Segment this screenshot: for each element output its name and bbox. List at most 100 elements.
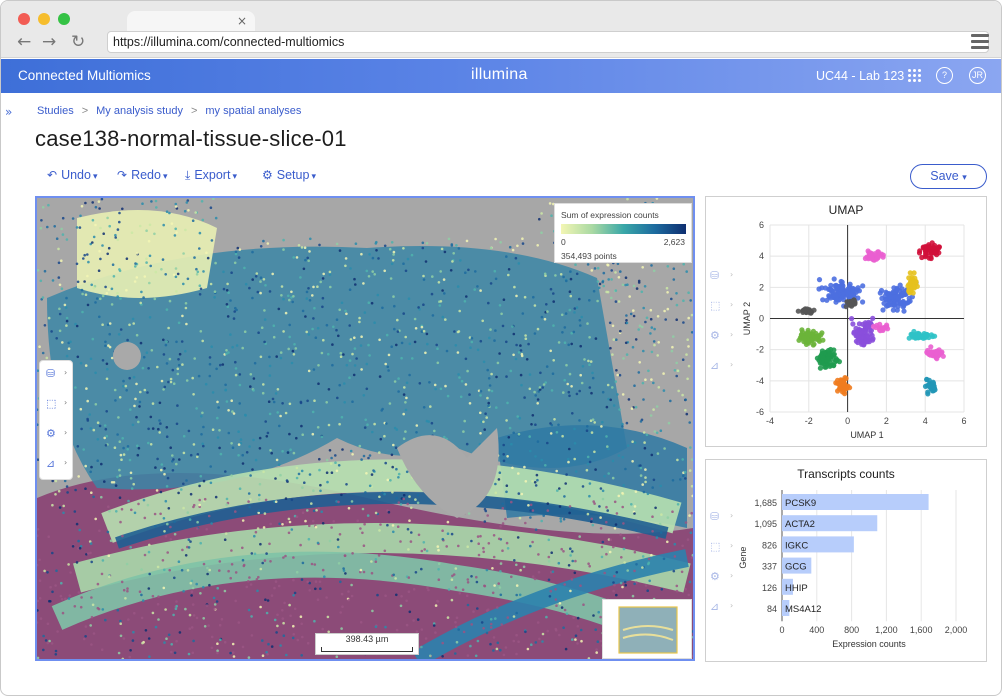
umap-point <box>812 335 818 341</box>
bar-value: 826 <box>762 540 777 550</box>
umap-point <box>924 376 930 382</box>
expand-sidebar-icon[interactable]: » <box>5 105 12 119</box>
selection-icon: ⬚ <box>46 397 57 410</box>
tab-close-icon[interactable]: × <box>237 14 247 28</box>
illumina-logo: illumina <box>471 66 528 83</box>
umap-point <box>936 244 942 250</box>
umap-point <box>927 352 933 358</box>
back-icon[interactable]: ← <box>17 34 31 51</box>
plot-tool[interactable]: ⊿ › <box>46 457 72 475</box>
umap-point <box>827 286 834 292</box>
user-avatar[interactable]: JR <box>969 67 986 84</box>
spatial-viewer[interactable]: Sum of expression counts 0 2,623 354,493… <box>35 196 695 661</box>
selection-tool[interactable]: ⬚ › <box>46 397 72 415</box>
umap-point <box>836 359 842 365</box>
umap-point <box>933 249 939 255</box>
bar-label: IGKC <box>785 540 808 551</box>
data-tool[interactable]: ⛁ › <box>46 367 72 385</box>
umap-point <box>796 337 802 343</box>
close-window-button[interactable] <box>18 13 30 25</box>
bar-label: GCG <box>785 562 807 573</box>
chevron-right-icon: › <box>64 458 68 467</box>
breadcrumb-analysis-study[interactable]: My analysis study <box>96 105 183 117</box>
browser-menu-icon[interactable] <box>971 34 989 50</box>
chevron-down-icon: ▾ <box>962 173 967 183</box>
undo-button[interactable]: ↶ Undo ▾ <box>47 168 97 182</box>
chevron-right-icon: › <box>64 368 68 377</box>
umap-point <box>859 341 865 347</box>
umap-x-tick: 2 <box>884 416 889 426</box>
apps-grid-icon[interactable] <box>908 69 922 83</box>
bar-value: 84 <box>767 604 777 614</box>
umap-point <box>833 293 839 299</box>
umap-y-tick: 4 <box>759 251 764 261</box>
umap-point <box>805 330 811 336</box>
reload-icon[interactable]: ↻ <box>71 34 85 51</box>
umap-point <box>838 278 844 285</box>
umap-cluster <box>833 375 853 397</box>
umap-point <box>929 240 935 246</box>
umap-cluster <box>870 321 891 334</box>
legend-title: Sum of expression counts <box>561 210 659 220</box>
umap-panel: UMAP ⛁ › ⬚ › ⚙ › ⊿ › -4 -2 0 2 4 6 -6 -4 -2 0 2 4 6 UMAP … <box>705 196 987 447</box>
bar-x-tick: 0 <box>779 625 784 635</box>
export-icon: ⤓ <box>185 168 191 182</box>
umap-point <box>901 302 907 308</box>
breadcrumb-spatial-analyses[interactable]: my spatial analyses <box>205 105 301 117</box>
scale-bar: 398.43 µm <box>315 633 419 655</box>
browser-tab[interactable]: × <box>127 11 255 33</box>
setup-button[interactable]: ⚙ Setup ▾ <box>262 168 316 182</box>
redo-button[interactable]: ↷ Redo ▾ <box>117 168 167 182</box>
help-icon[interactable]: ? <box>936 67 953 84</box>
redo-icon: ↷ <box>117 168 128 182</box>
tissue-scatter[interactable] <box>37 198 693 659</box>
umap-point <box>864 339 870 345</box>
bar-label: MS4A12 <box>785 604 821 615</box>
app-name[interactable]: Connected Multiomics <box>18 68 151 83</box>
minimize-window-button[interactable] <box>38 13 50 25</box>
umap-x-tick: 6 <box>961 416 966 426</box>
bar-label: ACTA2 <box>785 519 815 530</box>
umap-point <box>842 391 848 397</box>
umap-point <box>807 310 813 316</box>
save-button[interactable]: Save ▾ <box>910 164 987 189</box>
minimap[interactable] <box>602 599 692 659</box>
umap-point <box>932 387 938 393</box>
export-button[interactable]: ⤓ Export ▾ <box>185 168 237 183</box>
transcripts-panel: Transcripts counts ⛁ › ⬚ › ⚙ › ⊿ › 0 400 800 1,… <box>705 459 987 662</box>
forward-icon[interactable]: → <box>42 34 56 51</box>
umap-cluster <box>796 327 826 348</box>
settings-tool[interactable]: ⚙ › <box>46 427 72 445</box>
bar-label: PCSK9 <box>785 498 816 509</box>
transcripts-chart[interactable]: 0 400 800 1,200 1,600 2,000 PCSK9 1,685 ACTA2 1,0… <box>706 460 986 661</box>
umap-point <box>858 335 864 342</box>
umap-point <box>912 332 918 338</box>
umap-point <box>801 308 807 314</box>
umap-point <box>873 256 880 262</box>
address-bar[interactable]: https://illumina.com/connected-multiomic… <box>107 31 989 53</box>
bar-y-label: Gene <box>738 547 748 569</box>
umap-point <box>865 324 871 330</box>
umap-point <box>820 337 826 343</box>
umap-chart[interactable]: -4 -2 0 2 4 6-6-4-20246UMAP 1UMAP 2 <box>706 197 986 446</box>
umap-point <box>849 316 855 322</box>
bar-value: 1,095 <box>754 519 777 529</box>
umap-point <box>928 344 934 350</box>
breadcrumb-separator: > <box>81 105 89 117</box>
legend-points: 354,493 points <box>561 251 617 261</box>
breadcrumb-studies[interactable]: Studies <box>37 105 74 117</box>
umap-x-tick: -4 <box>766 416 774 426</box>
umap-point <box>827 351 833 357</box>
umap-point <box>940 353 946 359</box>
umap-point <box>928 255 934 262</box>
maximize-window-button[interactable] <box>58 13 70 25</box>
chevron-down-icon: ▾ <box>232 172 237 182</box>
umap-point <box>870 315 876 321</box>
umap-point <box>916 250 923 256</box>
minimap-tissue <box>619 607 677 653</box>
scale-label: 398.43 µm <box>345 634 389 644</box>
umap-point <box>887 299 893 305</box>
lab-selector[interactable]: UC44 - Lab 123 <box>816 69 904 83</box>
umap-point <box>844 289 850 295</box>
bar-label: HHIP <box>785 583 808 594</box>
